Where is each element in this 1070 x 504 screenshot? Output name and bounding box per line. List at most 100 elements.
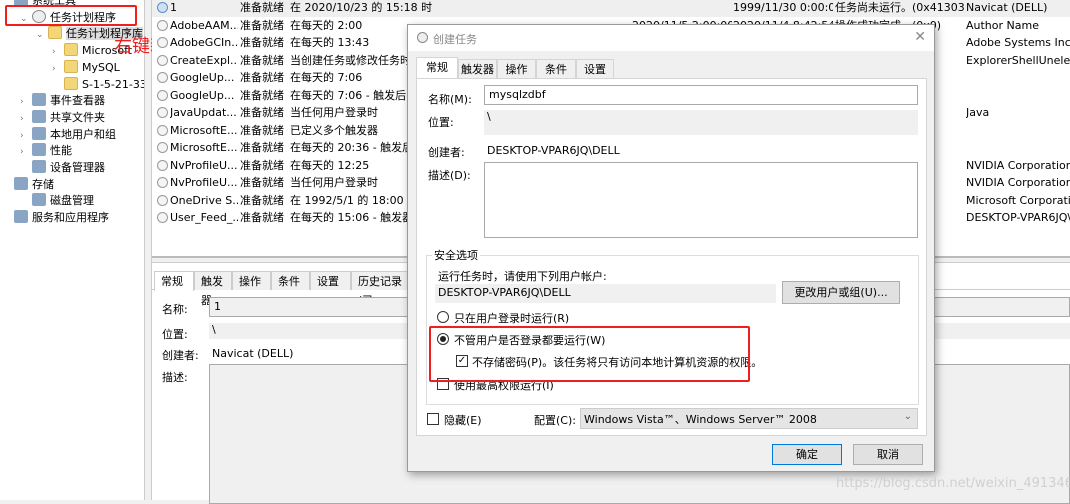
description-input[interactable]	[484, 162, 918, 238]
tree-item-label: 设备管理器	[50, 161, 105, 174]
dialog-title: 创建任务	[433, 33, 477, 46]
task-author: Java	[966, 106, 990, 119]
close-icon[interactable]: ✕	[914, 29, 926, 45]
task-name: JavaUpdat...	[170, 106, 237, 119]
dialog-tab[interactable]: 触发器	[458, 59, 497, 79]
chevron-down-icon[interactable]: ⌄	[36, 27, 48, 44]
tree-item[interactable]: 设备管理器	[20, 159, 105, 176]
clock-icon	[157, 2, 168, 13]
clock-icon	[157, 107, 168, 118]
details-tab[interactable]: 历史记录(已	[351, 271, 411, 307]
details-tab[interactable]: 设置	[310, 271, 351, 290]
task-author: Microsoft Corporatio	[966, 193, 1070, 207]
device-manager-icon	[32, 160, 46, 173]
task-status: 准备就绪	[240, 193, 284, 207]
dialog-tab[interactable]: 设置	[576, 59, 614, 79]
change-user-button[interactable]: 更改用户或组(U)...	[782, 281, 900, 304]
name-label: 名称:	[162, 303, 188, 316]
clock-icon	[157, 194, 168, 206]
task-status: 准备就绪	[240, 1, 284, 14]
task-author: NVIDIA Corporation	[966, 158, 1070, 172]
task-author: Navicat (DELL)	[966, 1, 1048, 14]
watermark: https://blog.csdn.net/weixin_49134658	[836, 476, 1070, 491]
task-name: 1	[170, 1, 177, 14]
task-status: 准备就绪	[240, 106, 284, 119]
folder-clock-icon	[48, 26, 62, 40]
clock-icon	[157, 124, 168, 136]
tree-item-label: 性能	[50, 144, 72, 158]
pane-splitter[interactable]	[144, 0, 152, 500]
location-label: 位置:	[162, 328, 188, 341]
hidden-checkbox[interactable]	[427, 413, 439, 425]
clock-icon	[157, 177, 168, 188]
task-row[interactable]: 1 准备就绪在 2020/10/23 的 15:18 时 1999/11/30 0:…	[152, 0, 1070, 17]
folder-icon	[64, 76, 78, 90]
location-field: \	[484, 110, 918, 135]
name-input[interactable]: mysqlzdbf	[484, 85, 918, 105]
task-status: 准备就绪	[240, 211, 284, 224]
cancel-button[interactable]: 取消	[853, 444, 923, 465]
run-as-account: DESKTOP-VPAR6JQ\DELL	[435, 284, 776, 303]
name-label: 名称(M):	[428, 93, 472, 106]
author-label: 创建者:	[162, 349, 199, 362]
run-as-label: 运行任务时，请使用下列用户帐户:	[438, 270, 607, 283]
details-tab[interactable]: 常规	[154, 271, 194, 291]
details-tab[interactable]: 条件	[271, 271, 310, 290]
highlight-box	[5, 5, 137, 26]
clock-icon	[157, 89, 168, 101]
clock-icon	[157, 54, 168, 66]
config-select[interactable]: Windows Vista™、Windows Server™ 2008 ⌄	[580, 408, 918, 429]
performance-icon	[32, 143, 46, 157]
dialog-tab[interactable]: 操作	[497, 59, 536, 79]
chevron-down-icon: ⌄	[903, 411, 912, 422]
dialog-tab[interactable]: 条件	[536, 59, 576, 79]
run-only-logged-on-radio[interactable]	[437, 311, 449, 323]
task-name: NvProfileU...	[170, 176, 238, 189]
general-tab-pane: 名称(M): mysqlzdbf 位置: \ 创建者: DESKTOP-VPAR…	[416, 78, 927, 436]
clock-icon	[157, 159, 168, 171]
tree-item[interactable]: 服务和应用程序	[2, 209, 109, 226]
dialog-tab[interactable]: 常规	[416, 57, 458, 80]
task-author: Adobe Systems Incor	[966, 36, 1070, 49]
tree-item[interactable]: › 事件查看器	[20, 92, 105, 109]
name-value: mysqlzdbf	[489, 88, 546, 101]
author-value: DESKTOP-VPAR6JQ\DELL	[487, 144, 620, 157]
details-tab[interactable]: 操作	[232, 271, 271, 290]
hidden-label: 隐藏(E)	[444, 414, 482, 427]
tree-item-label: S-1-5-21-3327	[82, 77, 144, 91]
config-value: Windows Vista™、Windows Server™ 2008	[584, 413, 817, 426]
task-name: CreateExpl...	[170, 53, 238, 67]
task-name: AdobeAAM...	[170, 18, 238, 32]
task-status: 准备就绪	[240, 18, 284, 32]
task-name: OneDrive S...	[170, 193, 238, 207]
task-status: 准备就绪	[240, 36, 284, 49]
task-status: 准备就绪	[240, 141, 284, 154]
clock-icon	[157, 212, 168, 223]
highlight-box	[429, 326, 750, 382]
tree-item[interactable]: › 本地用户和组	[20, 126, 116, 143]
tree-item[interactable]: 磁盘管理	[20, 192, 94, 209]
location-value: \	[487, 110, 491, 123]
run-only-logged-on-label: 只在用户登录时运行(R)	[454, 312, 570, 325]
task-status: 准备就绪	[240, 123, 284, 137]
tree-item[interactable]: › 性能	[20, 142, 72, 159]
security-options-title: 安全选项	[432, 247, 480, 263]
details-tab[interactable]: 触发器	[194, 271, 232, 307]
task-author: DESKTOP-VPAR6JQ\D	[966, 211, 1070, 224]
create-task-dialog: 创建任务 ✕ 常规 触发器 操作 条件 设置 名称(M): mysqlzdbf 位置: …	[407, 24, 935, 472]
task-author: ExplorerShellUnelevat	[966, 53, 1070, 67]
tree-item-label: 磁盘管理	[50, 194, 94, 208]
task-status: 准备就绪	[240, 176, 284, 189]
tree-item[interactable]: › 共享文件夹	[20, 109, 105, 126]
clock-icon	[157, 19, 168, 31]
description-label: 描述:	[162, 371, 188, 384]
tree-item[interactable]: 存储	[2, 176, 54, 193]
tree-item-label: 本地用户和组	[50, 127, 116, 141]
task-author: Author Name	[966, 18, 1039, 32]
task-status: 准备就绪	[240, 88, 284, 102]
tree-item[interactable]: › MySQL	[52, 59, 120, 76]
task-name: User_Feed_...	[170, 211, 238, 224]
ok-button[interactable]: 确定	[772, 444, 842, 465]
tree-item[interactable]: S-1-5-21-3327	[52, 76, 144, 93]
name-value: 1	[214, 300, 221, 313]
